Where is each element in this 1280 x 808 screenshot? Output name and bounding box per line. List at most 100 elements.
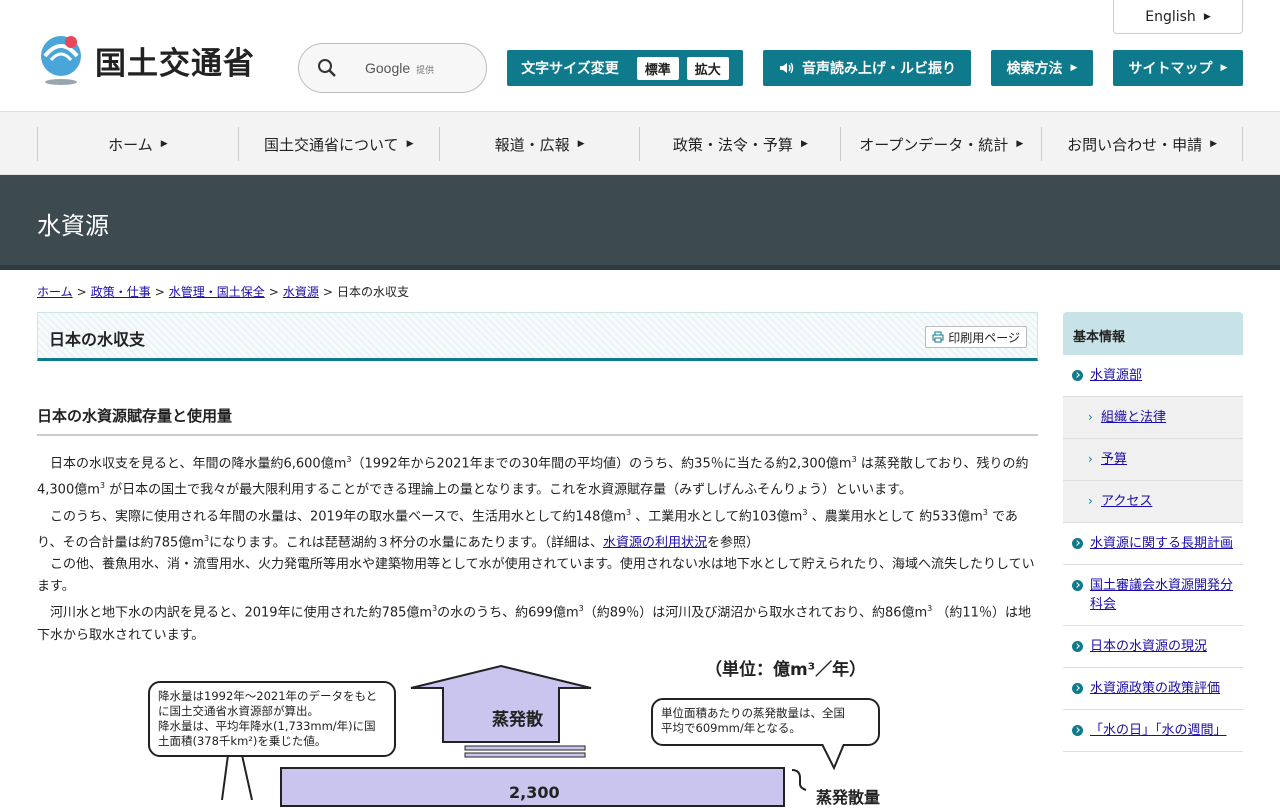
- sidebar-item-water-day[interactable]: 「水の日」「水の週間」: [1063, 710, 1243, 752]
- voice-ruby-label: 音声読み上げ・ルビ振り: [802, 61, 956, 77]
- nav-label: 報道・広報: [494, 135, 570, 154]
- sidebar: 基本情報 水資源部 › 組織と法律 › 予算 › アクセス 水資源に関する長期計画 国…: [1063, 312, 1243, 752]
- evaporation-label: 蒸発散: [492, 710, 543, 730]
- chevron-circle-icon: [1072, 580, 1083, 591]
- page-title: 日本の水収支: [49, 330, 146, 349]
- article-body: 日本の水収支を見ると、年間の降水量約6,600億m3（1992年から2021年ま…: [37, 449, 1038, 647]
- page-title-box: 日本の水収支 印刷用ページ: [37, 312, 1038, 361]
- search-method-button[interactable]: 検索方法 ▶: [991, 50, 1093, 86]
- print-label: 印刷用ページ: [948, 330, 1020, 345]
- chevron-circle-icon: [1072, 370, 1083, 381]
- nav-item-contact[interactable]: お問い合わせ・申請 ▶: [1041, 127, 1243, 161]
- triangle-right-icon: ▶: [1016, 139, 1024, 149]
- printer-icon: [932, 331, 944, 343]
- triangle-right-icon: ▶: [1203, 11, 1211, 22]
- chevron-circle-icon: [1072, 683, 1083, 694]
- paragraph-3: この他、養魚用水、消・流雪用水、火力発電所等用水や建築物用等として水が使用されて…: [37, 557, 1035, 595]
- evaporation-amount-label: 蒸発散量: [816, 788, 881, 807]
- nav-item-home[interactable]: ホーム ▶: [37, 127, 238, 161]
- triangle-right-icon: ▶: [1210, 139, 1218, 149]
- font-size-standard-button[interactable]: 標準: [636, 56, 679, 80]
- nav-item-opendata[interactable]: オープンデータ・統計 ▶: [840, 127, 1041, 161]
- paragraph-1: 日本の水収支を見ると、年間の降水量約6,600億m3（1992年から2021年ま…: [37, 455, 1029, 498]
- sidebar-item-budget[interactable]: › 予算: [1063, 439, 1243, 481]
- page-banner: 水資源: [0, 175, 1280, 270]
- water-usage-link[interactable]: 水資源の利用状況: [603, 535, 707, 550]
- nav-label: 国土交通省について: [264, 135, 399, 154]
- callout-tail-left: [221, 755, 253, 800]
- nav-item-policy[interactable]: 政策・法令・予算 ▶: [639, 127, 840, 161]
- chevron-right-icon: ›: [1088, 452, 1093, 466]
- sidebar-item-current-status[interactable]: 日本の水資源の現況: [1063, 626, 1243, 668]
- nav-item-about[interactable]: 国土交通省について ▶: [237, 127, 439, 161]
- chevron-circle-icon: [1072, 725, 1083, 736]
- sidebar-link[interactable]: 水資源政策の政策評価: [1090, 681, 1220, 696]
- nav-label: 政策・法令・予算: [672, 135, 793, 154]
- triangle-right-icon: ▶: [406, 139, 414, 149]
- nav-label: ホーム: [108, 135, 153, 154]
- font-size-large-button[interactable]: 拡大: [686, 56, 729, 80]
- section-heading: 日本の水資源賦存量と使用量: [37, 405, 1038, 436]
- sitemap-label: サイトマップ: [1128, 61, 1213, 77]
- breadcrumb-link-water-resources[interactable]: 水資源: [283, 285, 319, 299]
- sidebar-item-policy-eval[interactable]: 水資源政策の政策評価: [1063, 668, 1243, 710]
- sidebar-item-long-term-plan[interactable]: 水資源に関する長期計画: [1063, 523, 1243, 565]
- callout-tail-right: [821, 744, 845, 770]
- chevron-circle-icon: [1072, 641, 1083, 652]
- font-size-control: 文字サイズ変更 標準 拡大: [507, 50, 743, 86]
- global-nav: ホーム ▶ 国土交通省について ▶ 報道・広報 ▶ 政策・法令・予算 ▶ オープンデータ…: [0, 112, 1280, 175]
- sidebar-link[interactable]: 予算: [1101, 452, 1127, 467]
- paragraph-2: このうち、実際に使用される年間の水量は、2019年の取水量ベースで、生活用水とし…: [37, 507, 1018, 551]
- triangle-right-icon: ▶: [1070, 63, 1078, 73]
- search-icon[interactable]: [317, 58, 337, 78]
- sidebar-item-council[interactable]: 国土審議会水資源開発分科会: [1063, 565, 1243, 626]
- chevron-circle-icon: [1072, 538, 1083, 549]
- banner-title: 水資源: [37, 212, 109, 240]
- triangle-right-icon: ▶: [1220, 63, 1228, 73]
- sidebar-item-water-dept[interactable]: 水資源部: [1063, 355, 1243, 397]
- breadcrumb-link-policy[interactable]: 政策・仕事: [91, 285, 151, 299]
- breadcrumb: ホーム > 政策・仕事 > 水管理・国土保全 > 水資源 > 日本の水収支: [37, 285, 409, 299]
- breadcrumb-link-water-mgmt[interactable]: 水管理・国土保全: [169, 285, 265, 299]
- nav-label: オープンデータ・統計: [859, 135, 1009, 154]
- sidebar-link[interactable]: アクセス: [1101, 494, 1152, 509]
- chevron-right-icon: ›: [1088, 410, 1093, 424]
- sidebar-link[interactable]: 日本の水資源の現況: [1090, 639, 1207, 654]
- sidebar-heading: 基本情報: [1063, 312, 1243, 355]
- triangle-right-icon: ▶: [800, 139, 808, 149]
- sidebar-link[interactable]: 水資源部: [1090, 368, 1142, 383]
- breadcrumb-link-home[interactable]: ホーム: [37, 285, 73, 299]
- english-link[interactable]: English ▶: [1113, 0, 1243, 34]
- sidebar-link[interactable]: 水資源に関する長期計画: [1090, 536, 1233, 551]
- sidebar-link[interactable]: 組織と法律: [1101, 410, 1166, 425]
- sitemap-button[interactable]: サイトマップ ▶: [1113, 50, 1243, 86]
- nav-label: お問い合わせ・申請: [1067, 135, 1203, 154]
- nav-item-press[interactable]: 報道・広報 ▶: [438, 127, 640, 161]
- site-header: 国土交通省 Google 提供 English ▶ 文字サイズ変更 標準 拡大 音…: [0, 0, 1280, 112]
- figure-unit: （単位：億m³／年）: [705, 660, 867, 680]
- triangle-right-icon: ▶: [577, 139, 585, 149]
- mlit-logo-icon: [41, 36, 81, 85]
- sidebar-link[interactable]: 「水の日」「水の週間」: [1090, 723, 1227, 738]
- breadcrumb-current: 日本の水収支: [336, 285, 409, 299]
- print-button[interactable]: 印刷用ページ: [925, 326, 1027, 348]
- evaporation-value: 2,300: [509, 783, 560, 802]
- search-method-label: 検索方法: [1006, 61, 1063, 77]
- logo-text: 国土交通省: [95, 45, 255, 82]
- search-provider: Google 提供: [365, 60, 435, 76]
- site-logo[interactable]: 国土交通省: [37, 34, 255, 86]
- chevron-right-icon: ›: [1088, 494, 1093, 508]
- paragraph-4: 河川水と地下水の内訳を見ると、2019年に使用された約785億m3の水のうち、約…: [37, 604, 1031, 643]
- english-label: English: [1145, 8, 1196, 25]
- brace-icon: [791, 769, 807, 791]
- evaporation-note: 単位面積あたりの蒸発散量は、全国 平均で609mm/年となる。: [651, 698, 880, 746]
- sidebar-link[interactable]: 国土審議会水資源開発分科会: [1090, 578, 1233, 612]
- site-search[interactable]: Google 提供: [298, 43, 487, 93]
- precipitation-note: 降水量は1992年～2021年のデータをもと に国土交通省水資源部が算出。 降水…: [148, 681, 396, 757]
- triangle-right-icon: ▶: [160, 139, 168, 149]
- font-size-label: 文字サイズ変更: [521, 61, 619, 77]
- sidebar-item-access[interactable]: › アクセス: [1063, 481, 1243, 523]
- voice-ruby-button[interactable]: 音声読み上げ・ルビ振り: [763, 50, 971, 86]
- sidebar-item-organization[interactable]: › 組織と法律: [1063, 397, 1243, 439]
- speaker-icon: [780, 62, 794, 74]
